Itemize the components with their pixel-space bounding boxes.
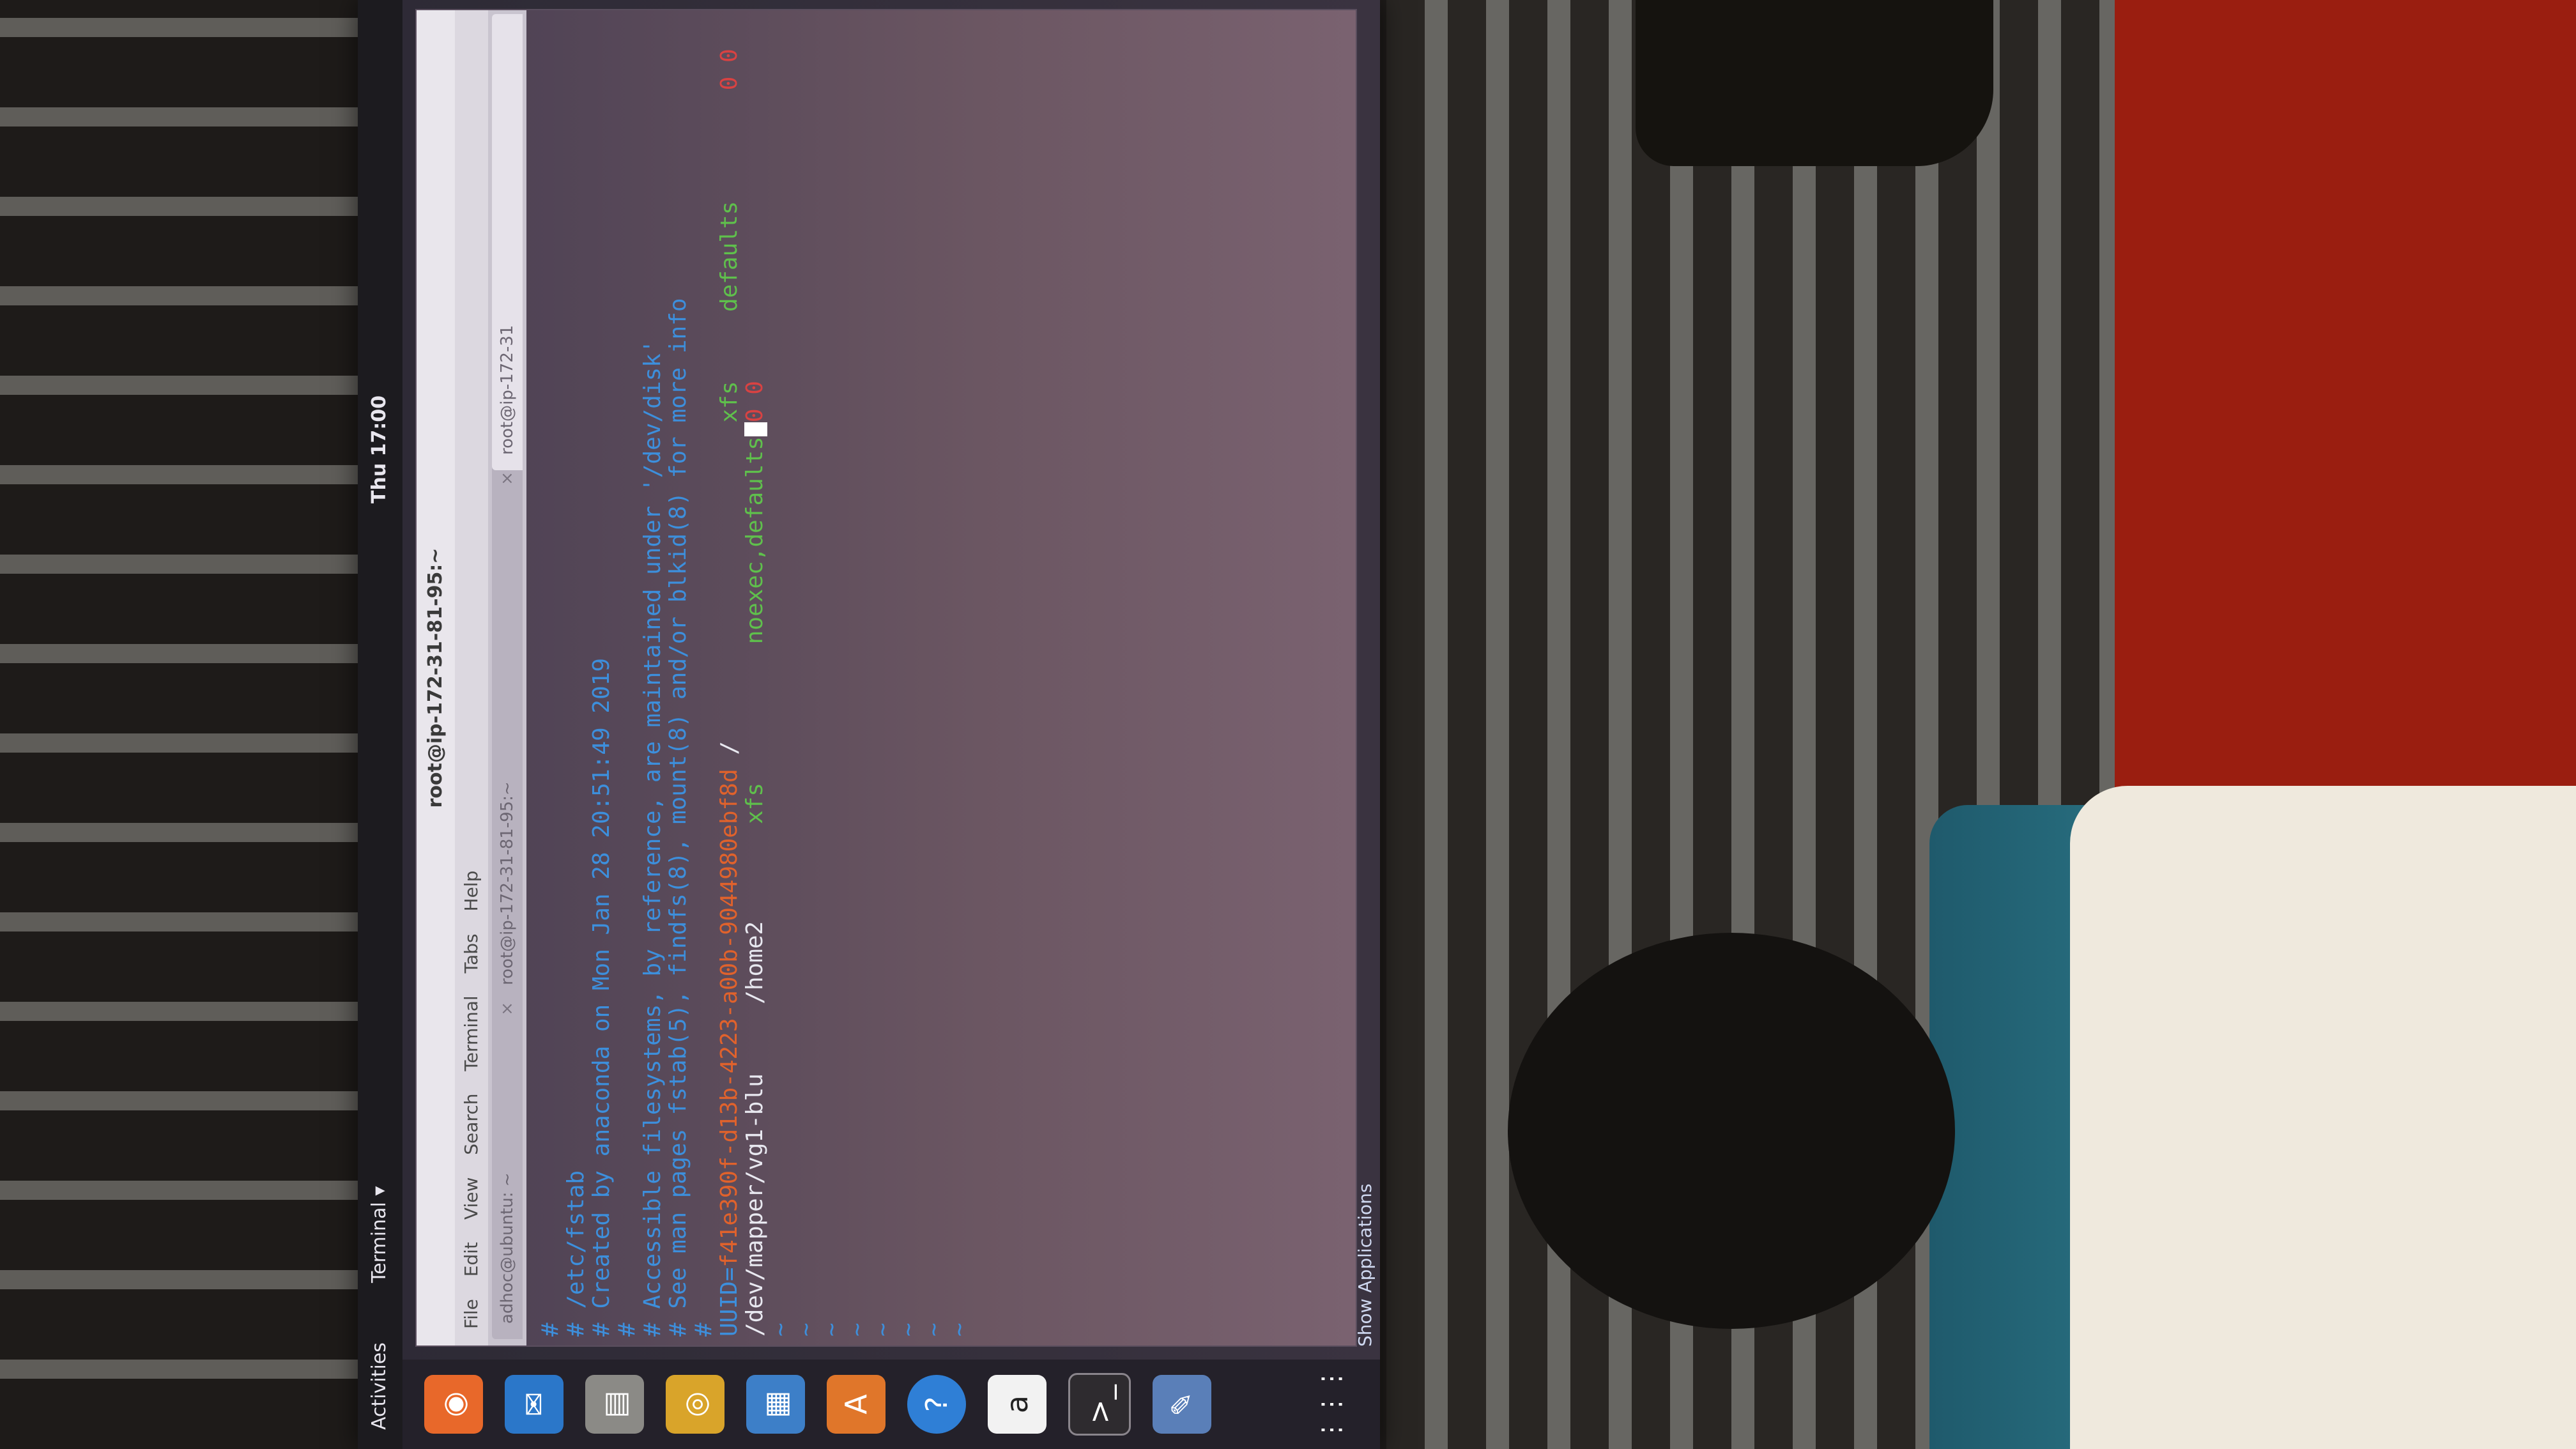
show-applications-label[interactable]: Show Applications <box>1354 1184 1376 1347</box>
empty-line-tilde: ~ <box>767 1322 793 1337</box>
terminal-window[interactable]: root@ip-172-31-81-95:~ File Edit View Se… <box>415 9 1357 1347</box>
empty-line-tilde: ~ <box>946 1322 972 1337</box>
comment-line: # Accessible filesystems, by reference, … <box>640 339 666 1337</box>
close-icon[interactable]: × <box>492 1002 523 1016</box>
person-head <box>1508 933 1955 1329</box>
menu-view[interactable]: View <box>455 1177 488 1220</box>
empty-line-tilde: ~ <box>921 1322 947 1337</box>
dock: ◉ ✉ ▤ ◎ ▦ A ? a >_ ✎ ⋮⋮⋮ <box>402 1360 1380 1449</box>
empty-line-tilde: ~ <box>895 1322 921 1337</box>
fs-type: xfs <box>716 381 742 423</box>
mount-options: noexec,defaults <box>742 436 768 645</box>
menu-edit[interactable]: Edit <box>455 1242 488 1276</box>
empty-line-tilde: ~ <box>870 1322 896 1337</box>
dump-pass: 0 0 <box>742 381 768 423</box>
projected-screen: Activities Terminal ▾ Thu 17:00 ◉ ✉ ▤ ◎ … <box>358 0 1380 1449</box>
device-path: /dev/mapper/vg1-blu <box>742 1073 768 1337</box>
comment-line: # Created by anaconda on Mon Jan 28 20:5… <box>588 657 615 1337</box>
app-menu[interactable]: Terminal ▾ <box>368 1186 390 1283</box>
software-icon[interactable]: A <box>827 1375 885 1434</box>
menu-file[interactable]: File <box>455 1299 488 1329</box>
comment-line: # /etc/fstab <box>563 1170 589 1337</box>
files-icon[interactable]: ▤ <box>585 1375 644 1434</box>
tab-label: root@ip-172-31 <box>498 325 517 455</box>
menu-help[interactable]: Help <box>455 871 488 912</box>
menu-search[interactable]: Search <box>455 1094 488 1155</box>
fs-type: xfs <box>742 783 768 825</box>
clock[interactable]: Thu 17:00 <box>368 395 390 503</box>
close-icon[interactable]: × <box>492 471 523 486</box>
text-cursor <box>744 422 767 437</box>
empty-line-tilde: ~ <box>818 1322 845 1337</box>
uuid-label: UUID= <box>716 1267 742 1337</box>
thunderbird-icon[interactable]: ✉ <box>505 1375 564 1434</box>
comment-line: # See man pages fstab(5), findfs(8), mou… <box>665 298 691 1337</box>
top-bar: Activities Terminal ▾ Thu 17:00 <box>358 0 402 1449</box>
comment-line: # <box>691 1322 717 1337</box>
tab-label: adhoc@ubuntu: ~ <box>498 1172 517 1324</box>
fstab-lvm-line: /dev/mapper/vg1-blu /home2 xfs noexec,de… <box>742 19 768 1337</box>
libreoffice-icon[interactable]: ▦ <box>746 1375 805 1434</box>
tab-bar: adhoc@ubuntu: ~ × root@ip-172-31-81-95:~… <box>488 10 526 1346</box>
uuid-value: f41e390f-d13b-4223-a00b-9044980ebf8d <box>716 769 742 1268</box>
mount-point: /home2 <box>742 921 768 1004</box>
help-icon[interactable]: ? <box>907 1375 966 1434</box>
wall-grid-left <box>0 0 358 1449</box>
chair-back <box>2070 786 2576 1449</box>
menu-tabs[interactable]: Tabs <box>455 933 488 973</box>
desktop: Activities Terminal ▾ Thu 17:00 ◉ ✉ ▤ ◎ … <box>358 0 1380 1449</box>
show-applications-icon[interactable]: ⋮⋮⋮ <box>1302 1366 1361 1443</box>
red-wall <box>2115 0 2576 792</box>
person-silhouette <box>1636 0 1993 166</box>
activities-button[interactable]: Activities <box>368 1342 390 1430</box>
mount-point: / <box>716 741 742 769</box>
terminal-output[interactable]: # # /etc/fstab # Created by anaconda on … <box>537 19 1349 1337</box>
empty-line-tilde: ~ <box>793 1322 819 1337</box>
terminal-icon[interactable]: >_ <box>1068 1373 1131 1436</box>
amazon-icon[interactable]: a <box>988 1375 1046 1434</box>
tab-root[interactable]: root@ip-172-31-81-95:~ × <box>492 461 523 1000</box>
dump-pass: 0 0 <box>716 49 742 91</box>
comment-line: # <box>537 1322 564 1337</box>
tab-root-active[interactable]: root@ip-172-31 <box>492 14 523 470</box>
rhythmbox-icon[interactable]: ◎ <box>666 1375 724 1434</box>
mount-options: defaults <box>716 201 742 312</box>
tab-adhoc[interactable]: adhoc@ubuntu: ~ × <box>492 992 523 1339</box>
comment-line: # <box>614 1322 640 1337</box>
firefox-icon[interactable]: ◉ <box>424 1375 483 1434</box>
text-editor-icon[interactable]: ✎ <box>1153 1375 1211 1434</box>
menu-terminal[interactable]: Terminal <box>455 995 488 1071</box>
fstab-uuid-line: UUID=f41e390f-d13b-4223-a00b-9044980ebf8… <box>716 19 742 1337</box>
window-title: root@ip-172-31-81-95:~ <box>417 10 455 1346</box>
empty-line-tilde: ~ <box>844 1322 870 1337</box>
tab-label: root@ip-172-31-81-95:~ <box>498 781 517 985</box>
menu-bar: File Edit View Search Terminal Tabs Help <box>455 10 488 1346</box>
